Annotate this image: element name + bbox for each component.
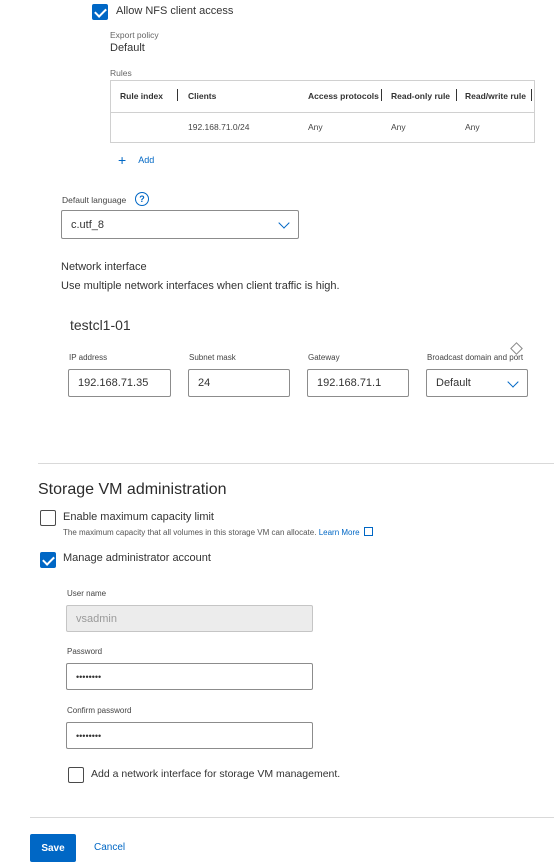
rule-read-only-cell: Any [391, 122, 406, 132]
rule-read-write-cell: Any [465, 122, 480, 132]
capacity-help-text: The maximum capacity that all volumes in… [63, 527, 373, 537]
subnet-mask-label: Subnet mask [189, 353, 236, 362]
gateway-value: 192.168.71.1 [317, 377, 382, 389]
chevron-down-icon [278, 217, 290, 229]
external-link-icon[interactable] [363, 527, 373, 536]
section-divider [38, 463, 554, 464]
rules-table [110, 80, 535, 143]
rules-table-divider [111, 112, 534, 113]
confirm-password-input[interactable]: •••••••• [66, 722, 313, 749]
ip-address-label: IP address [69, 353, 108, 362]
password-label: Password [67, 647, 103, 656]
password-input[interactable]: •••••••• [66, 663, 313, 690]
manage-admin-account-checkbox[interactable] [40, 552, 56, 568]
username-value: vsadmin [76, 612, 117, 625]
column-header-read-only-rule: Read-only rule [391, 91, 451, 101]
manage-admin-account-label: Manage administrator account [63, 552, 211, 564]
chevron-down-icon [507, 376, 519, 388]
column-separator [456, 89, 457, 101]
add-mgmt-interface-checkbox[interactable] [68, 767, 84, 783]
ip-address-input[interactable]: 192.168.71.35 [68, 369, 171, 397]
default-language-label: Default language [62, 195, 127, 205]
footer-divider [30, 817, 554, 818]
column-header-read-write-rule: Read/write rule [465, 91, 526, 101]
save-button[interactable]: Save [30, 834, 76, 862]
username-label: User name [67, 589, 107, 598]
network-interface-title: Network interface [61, 261, 147, 273]
gateway-input[interactable]: 192.168.71.1 [307, 369, 409, 397]
broadcast-domain-label: Broadcast domain and port [427, 353, 524, 362]
default-language-select[interactable]: c.utf_8 [61, 210, 299, 239]
storage-vm-admin-title: Storage VM administration [38, 481, 227, 498]
node-name: testcl1-01 [70, 317, 131, 333]
help-icon[interactable]: ? [135, 192, 149, 206]
add-rule-button[interactable]: + Add [118, 152, 154, 168]
capacity-help: The maximum capacity that all volumes in… [63, 528, 317, 537]
confirm-password-value: •••••••• [76, 730, 102, 741]
export-policy-label: Export policy [110, 30, 159, 40]
export-policy-value: Default [110, 42, 145, 54]
gateway-label: Gateway [308, 353, 340, 362]
cancel-button[interactable]: Cancel [94, 842, 125, 853]
column-separator [531, 89, 532, 101]
allow-nfs-label: Allow NFS client access [116, 5, 234, 17]
subnet-mask-input[interactable]: 24 [188, 369, 290, 397]
network-interface-description: Use multiple network interfaces when cli… [61, 280, 340, 292]
rule-protocols-cell: Any [308, 122, 323, 132]
subnet-mask-value: 24 [198, 377, 211, 389]
column-header-clients: Clients [188, 91, 217, 101]
learn-more-link[interactable]: Learn More [319, 528, 360, 537]
column-separator [177, 89, 178, 101]
confirm-password-label: Confirm password [67, 706, 132, 715]
default-language-value: c.utf_8 [71, 218, 105, 231]
column-separator [381, 89, 382, 101]
password-value: •••••••• [76, 671, 102, 682]
rules-label: Rules [110, 68, 132, 78]
ip-address-value: 192.168.71.35 [78, 377, 149, 389]
rule-clients-cell: 192.168.71.0/24 [188, 122, 250, 132]
broadcast-domain-select[interactable]: Default [426, 369, 528, 397]
add-rule-label: Add [138, 155, 155, 165]
plus-icon: + [118, 152, 127, 168]
allow-nfs-checkbox[interactable] [92, 4, 108, 20]
enable-capacity-limit-checkbox[interactable] [40, 510, 56, 526]
add-mgmt-interface-label: Add a network interface for storage VM m… [91, 768, 341, 780]
column-header-rule-index: Rule index [120, 91, 163, 101]
username-input: vsadmin [66, 605, 313, 632]
enable-capacity-limit-label: Enable maximum capacity limit [63, 511, 214, 523]
column-header-access-protocols: Access protocols [308, 91, 379, 101]
broadcast-domain-value: Default [436, 377, 471, 389]
